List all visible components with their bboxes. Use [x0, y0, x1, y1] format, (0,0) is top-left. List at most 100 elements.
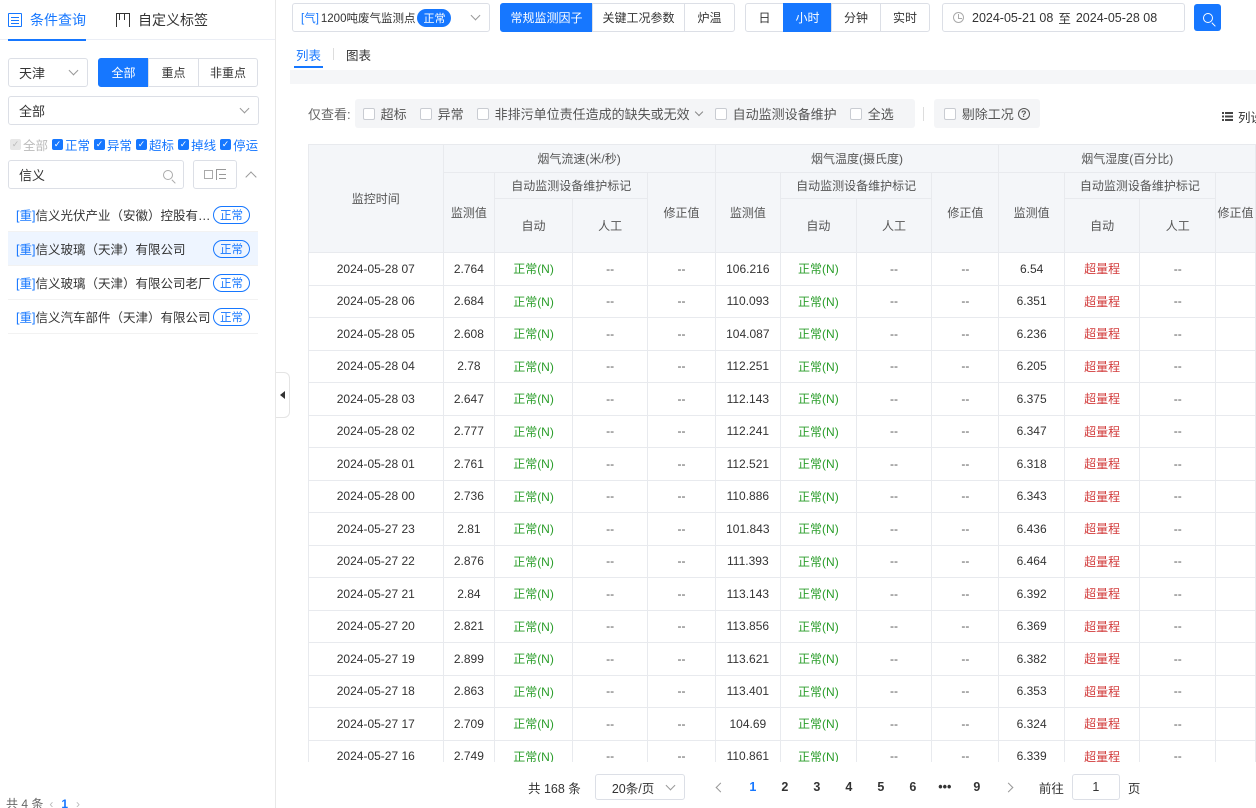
- cell-flow-auto: 正常(N): [494, 382, 573, 416]
- table-row[interactable]: 2024-05-28 06 2.684 正常(N) -- -- 110.093 正常(N) -…: [308, 284, 1256, 318]
- company-search-input[interactable]: 信义: [8, 160, 184, 189]
- sidebar-page-current[interactable]: 1: [61, 797, 68, 808]
- status-check-exceed[interactable]: ✓ 超标: [136, 135, 174, 154]
- status-check-all[interactable]: ✓ 全部: [10, 135, 48, 154]
- cell-temp-corrected: --: [931, 382, 1000, 416]
- goto-page-input[interactable]: 1: [1071, 774, 1120, 800]
- cell-temp-auto: 正常(N): [780, 642, 857, 676]
- page-ellipsis[interactable]: •••: [929, 774, 961, 800]
- date-range-picker[interactable]: 2024-05-21 08 至 2024-05-28 08: [942, 3, 1185, 32]
- focus-all-button[interactable]: 全部: [98, 58, 149, 87]
- page-9[interactable]: 9: [961, 774, 993, 800]
- tab-condition-query[interactable]: 条件查询: [0, 0, 94, 41]
- table-row[interactable]: 2024-05-27 22 2.876 正常(N) -- -- 111.393 正常(N) -…: [308, 544, 1256, 578]
- table-row[interactable]: 2024-05-28 00 2.736 正常(N) -- -- 110.886 正常(N) -…: [308, 479, 1256, 513]
- data-table-container[interactable]: 监控时间 烟气流速(米/秒) 烟气温度(摄氏度) 烟气湿度(百分比) 监测值 自…: [308, 144, 1256, 762]
- cell-humidity-value: 6.205: [998, 349, 1065, 383]
- page-4[interactable]: 4: [833, 774, 865, 800]
- table-row[interactable]: 2024-05-27 16 2.749 正常(N) -- -- 110.861 正常(N) -…: [308, 739, 1256, 762]
- sidebar-collapse-handle[interactable]: [276, 372, 290, 418]
- cell-temp-auto: 正常(N): [780, 544, 857, 578]
- tab-regular-factors[interactable]: 常规监测因子: [500, 3, 593, 32]
- status-check-stopped[interactable]: ✓ 停运: [220, 135, 258, 154]
- cell-humidity-auto: 超量程: [1063, 739, 1141, 762]
- interval-day-button[interactable]: 日: [745, 3, 784, 32]
- page-6[interactable]: 6: [897, 774, 929, 800]
- filter-missing-invalid[interactable]: 非排污单位责任造成的缺失或无效: [476, 104, 703, 123]
- tab-key-conditions[interactable]: 关键工况参数: [592, 3, 685, 32]
- page-5[interactable]: 5: [865, 774, 897, 800]
- table-row[interactable]: 2024-05-27 21 2.84 正常(N) -- -- 113.143 正常(N) --…: [308, 577, 1256, 611]
- page-3[interactable]: 3: [801, 774, 833, 800]
- table-row[interactable]: 2024-05-27 18 2.863 正常(N) -- -- 113.401 正常(N) -…: [308, 674, 1256, 708]
- tab-furnace-temp[interactable]: 炉温: [684, 3, 735, 32]
- table-row[interactable]: 2024-05-27 23 2.81 正常(N) -- -- 101.843 正常(N) --…: [308, 512, 1256, 546]
- chevron-up-icon[interactable]: [245, 170, 257, 183]
- chevron-right-icon[interactable]: ›: [76, 797, 80, 808]
- table-row[interactable]: 2024-05-28 03 2.647 正常(N) -- -- 112.143 正常(N) -…: [308, 382, 1256, 416]
- table-row[interactable]: 2024-05-27 19 2.899 正常(N) -- -- 113.621 正常(N) -…: [308, 642, 1256, 676]
- table-row[interactable]: 2024-05-28 07 2.764 正常(N) -- -- 106.216 正常(N) -…: [308, 252, 1256, 286]
- time-column-header: 监控时间: [308, 144, 444, 253]
- total-count: 共 168 条: [528, 781, 581, 796]
- chevron-left-icon[interactable]: ‹: [49, 797, 53, 808]
- interval-minute-button[interactable]: 分钟: [831, 3, 881, 32]
- table-row[interactable]: 2024-05-28 05 2.608 正常(N) -- -- 104.087 正常(N) -…: [308, 317, 1256, 351]
- cell-humidity-auto: 超量程: [1063, 252, 1141, 286]
- chevron-down-icon: [68, 65, 79, 76]
- cell-time: 2024-05-27 21: [308, 577, 444, 611]
- remove-conditions-checkbox[interactable]: 剔除工况 ?: [933, 99, 1040, 128]
- filter-option-label: 全选: [867, 107, 894, 122]
- help-icon[interactable]: ?: [1017, 107, 1030, 120]
- status-check-offline[interactable]: ✓ 掉线: [178, 135, 216, 154]
- cell-flow-corrected: --: [647, 609, 716, 643]
- cell-temp-corrected: --: [931, 577, 1000, 611]
- cell-humidity-manual: --: [1139, 739, 1216, 762]
- category-select[interactable]: 全部: [8, 96, 259, 125]
- tab-divider: [333, 48, 335, 60]
- region-select[interactable]: 天津: [8, 58, 88, 87]
- cell-temp-value: 106.216: [714, 252, 782, 286]
- search-button[interactable]: [1194, 4, 1221, 31]
- filter-abnormal[interactable]: 异常: [419, 104, 464, 123]
- table-row[interactable]: 2024-05-27 20 2.821 正常(N) -- -- 113.856 正常(N) -…: [308, 609, 1256, 643]
- company-item[interactable]: [重]信义玻璃（天津）有限公司老厂 正常: [8, 266, 258, 300]
- focus-nonkey-button[interactable]: 非重点: [198, 58, 258, 87]
- page-2[interactable]: 2: [769, 774, 801, 800]
- company-item[interactable]: [重]信义汽车部件（天津）有限公司 正常: [8, 300, 258, 334]
- column-settings-button[interactable]: 列设置: [1222, 107, 1256, 126]
- page-1[interactable]: 1: [737, 774, 769, 800]
- tab-list[interactable]: 列表: [290, 40, 327, 68]
- tree-toggle-button[interactable]: [193, 160, 237, 189]
- filter-exceed[interactable]: 超标: [362, 104, 407, 123]
- cell-temp-value: 110.861: [714, 739, 782, 762]
- cell-flow-auto: 正常(N): [494, 447, 573, 481]
- interval-hour-button[interactable]: 小时: [783, 3, 832, 32]
- focus-key-button[interactable]: 重点: [148, 58, 199, 87]
- next-page-button[interactable]: [993, 774, 1025, 800]
- page-size-select[interactable]: 20条/页: [594, 774, 685, 800]
- company-item[interactable]: [重]信义玻璃（天津）有限公司 正常: [8, 232, 258, 266]
- tab-custom-tags[interactable]: 自定义标签: [108, 0, 216, 40]
- filter-maintenance[interactable]: 自动监测设备维护: [714, 104, 837, 123]
- table-row[interactable]: 2024-05-27 17 2.709 正常(N) -- -- 104.69 正常(N) --…: [308, 707, 1256, 741]
- cell-temp-corrected: --: [931, 479, 1000, 513]
- cell-time: 2024-05-28 01: [308, 447, 444, 481]
- table-row[interactable]: 2024-05-28 02 2.777 正常(N) -- -- 112.241 正常(N) -…: [308, 414, 1256, 448]
- filter-options: 超标 异常 非排污单位责任造成的缺失或无效 自动监测设备维护 全选: [354, 99, 915, 128]
- cell-time: 2024-05-28 05: [308, 317, 444, 351]
- prev-page-button[interactable]: [705, 774, 737, 800]
- status-check-abnormal[interactable]: ✓ 异常: [94, 135, 132, 154]
- interval-realtime-button[interactable]: 实时: [880, 3, 930, 32]
- status-check-normal[interactable]: ✓ 正常: [52, 135, 90, 154]
- company-item[interactable]: [重]信义光伏产业（安徽）控股有限... 正常: [8, 198, 258, 232]
- cell-flow-value: 2.81: [442, 512, 496, 546]
- tab-chart[interactable]: 图表: [340, 40, 377, 68]
- key-tag: [重]: [16, 311, 36, 325]
- table-row[interactable]: 2024-05-28 01 2.761 正常(N) -- -- 112.521 正常(N) -…: [308, 447, 1256, 481]
- site-select[interactable]: [气] 1200吨废气监测点 正常: [292, 3, 490, 32]
- table-row[interactable]: 2024-05-28 04 2.78 正常(N) -- -- 112.251 正常(N) --…: [308, 349, 1256, 383]
- filter-select-all[interactable]: 全选: [849, 104, 894, 123]
- cell-humidity-value: 6.464: [998, 544, 1065, 578]
- chevron-down-icon: [470, 10, 481, 21]
